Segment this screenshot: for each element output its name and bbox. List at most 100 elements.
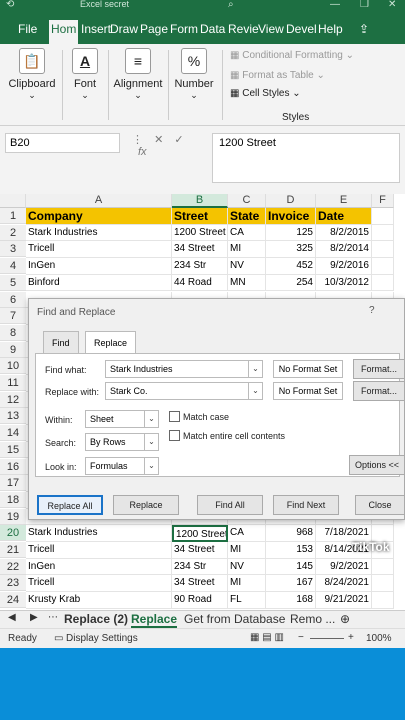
column-header-a[interactable]: A [26,194,172,208]
row-header[interactable]: 4 [0,258,26,275]
table-cell[interactable]: 9/21/2021 [316,592,372,609]
table-cell[interactable]: 9/2/2016 [316,258,372,275]
row-header[interactable]: 17 [0,475,26,492]
replace-with-input[interactable]: Stark Co. [105,382,263,400]
font-button[interactable]: A Font ⌄ [66,48,104,101]
restore-icon[interactable]: ❐ [360,0,369,10]
find-all-button[interactable]: Find All [197,495,263,515]
row-header[interactable]: 13 [0,408,26,425]
find-what-input[interactable]: Stark Industries [105,360,263,378]
table-cell[interactable]: 1200 Street [172,224,228,242]
table-cell[interactable]: 34 Street [172,241,228,259]
table-cell[interactable]: 234 Str [172,258,228,275]
select-all-corner[interactable] [0,194,26,208]
table-cell[interactable]: CA [228,525,266,542]
prev-sheet-icon[interactable]: ◀ [8,612,16,623]
table-cell[interactable]: NV [228,258,266,275]
name-box[interactable]: B20 [5,133,120,153]
search-icon[interactable]: ⌕ [228,0,234,10]
table-cell[interactable]: 968 [266,525,316,542]
number-button[interactable]: % Number ⌄ [172,48,216,101]
share-icon[interactable]: ⇪ [359,22,369,36]
row-header[interactable]: 9 [0,341,26,358]
autosave-icon[interactable]: ⟲ [6,0,14,10]
row-header[interactable]: 22 [0,558,26,575]
next-sheet-icon[interactable]: ▶ [30,612,38,623]
table-cell[interactable]: 167 [266,575,316,593]
close-window-icon[interactable]: ✕ [388,0,396,10]
chevron-down-icon[interactable]: ⌄ [144,458,158,474]
table-cell[interactable]: NV [228,558,266,576]
chevron-down-icon[interactable]: ⌄ [248,361,262,377]
sheet-tab-replace-2[interactable]: Replace (2) [64,612,128,626]
row-header[interactable]: 3 [0,241,26,258]
row-header[interactable]: 23 [0,575,26,592]
row-header[interactable]: 14 [0,425,26,442]
cancel-icon[interactable]: ✕ [154,134,163,146]
row-header[interactable]: 5 [0,274,26,291]
zoom-slider[interactable] [310,638,344,639]
table-cell[interactable]: Stark Industries [26,224,172,242]
table-cell[interactable]: Krusty Krab [26,592,172,609]
header-cell[interactable]: Street [172,208,228,225]
tab-file[interactable]: File [18,22,37,36]
display-settings-icon[interactable]: ▭ [54,633,63,644]
tab-review[interactable]: Revie [228,22,259,36]
table-cell[interactable]: 452 [266,258,316,275]
table-cell[interactable] [372,241,394,259]
formula-input[interactable]: 1200 Street [212,133,400,183]
table-cell[interactable] [372,558,394,576]
table-cell[interactable]: 8/2/2014 [316,241,372,259]
row-header[interactable]: 21 [0,542,26,558]
cell-styles-button[interactable]: ▦ Cell Styles ⌄ [230,88,301,99]
more-icon[interactable]: ⋮ [132,134,143,146]
tab-developer[interactable]: Devel [286,22,317,36]
table-cell[interactable]: MN [228,274,266,292]
display-settings[interactable]: Display Settings [66,633,138,644]
row-header[interactable]: 19 [0,508,26,525]
tab-page-layout[interactable]: Page [140,22,168,36]
table-cell[interactable] [372,208,394,225]
table-cell[interactable]: 254 [266,274,316,292]
chevron-down-icon[interactable]: ⌄ [144,411,158,427]
row-header[interactable]: 2 [0,224,26,241]
table-cell[interactable] [372,224,394,242]
header-cell[interactable]: Invoice [266,208,316,225]
match-entire-checkbox[interactable] [169,430,180,441]
minimize-icon[interactable]: — [330,0,340,10]
table-cell[interactable]: MI [228,542,266,559]
table-cell[interactable]: 125 [266,224,316,242]
tab-help[interactable]: Help [318,22,343,36]
row-header[interactable]: 12 [0,391,26,408]
row-header[interactable]: 16 [0,458,26,475]
row-header[interactable]: 11 [0,375,26,391]
tab-insert[interactable]: Insert [81,22,111,36]
fx-icon[interactable]: fx [138,146,147,158]
table-cell[interactable] [372,575,394,593]
replace-all-button[interactable]: Replace All [37,495,103,515]
find-next-button[interactable]: Find Next [273,495,339,515]
conditional-formatting-button[interactable]: ▦ Conditional Formatting ⌄ [230,50,354,61]
tab-replace[interactable]: Replace [85,331,137,354]
close-button[interactable]: Close [355,495,405,515]
table-cell[interactable]: Tricell [26,542,172,559]
tab-view[interactable]: View [258,22,284,36]
table-cell[interactable]: 153 [266,542,316,559]
page-layout-icon[interactable]: ▦ ▤ ▥ [250,632,284,643]
table-cell[interactable]: 10/3/2012 [316,274,372,292]
row-header[interactable]: 6 [0,291,26,308]
column-header-c[interactable]: C [228,194,266,208]
row-header[interactable]: 7 [0,308,26,325]
tab-draw[interactable]: Draw [110,22,138,36]
table-cell[interactable]: 9/2/2021 [316,558,372,576]
find-format-button[interactable]: Format... [353,359,405,379]
alignment-button[interactable]: ≡ Alignment ⌄ [112,48,164,101]
help-icon[interactable]: ? [369,305,375,316]
replace-format-button[interactable]: Format... [353,381,405,401]
table-cell[interactable]: 8/2/2015 [316,224,372,242]
row-header[interactable]: 1 [0,208,26,224]
table-cell[interactable]: Binford [26,274,172,292]
options-button[interactable]: Options << [349,455,405,475]
more-sheets-icon[interactable]: ⋯ [48,612,58,623]
table-cell[interactable]: InGen [26,258,172,275]
